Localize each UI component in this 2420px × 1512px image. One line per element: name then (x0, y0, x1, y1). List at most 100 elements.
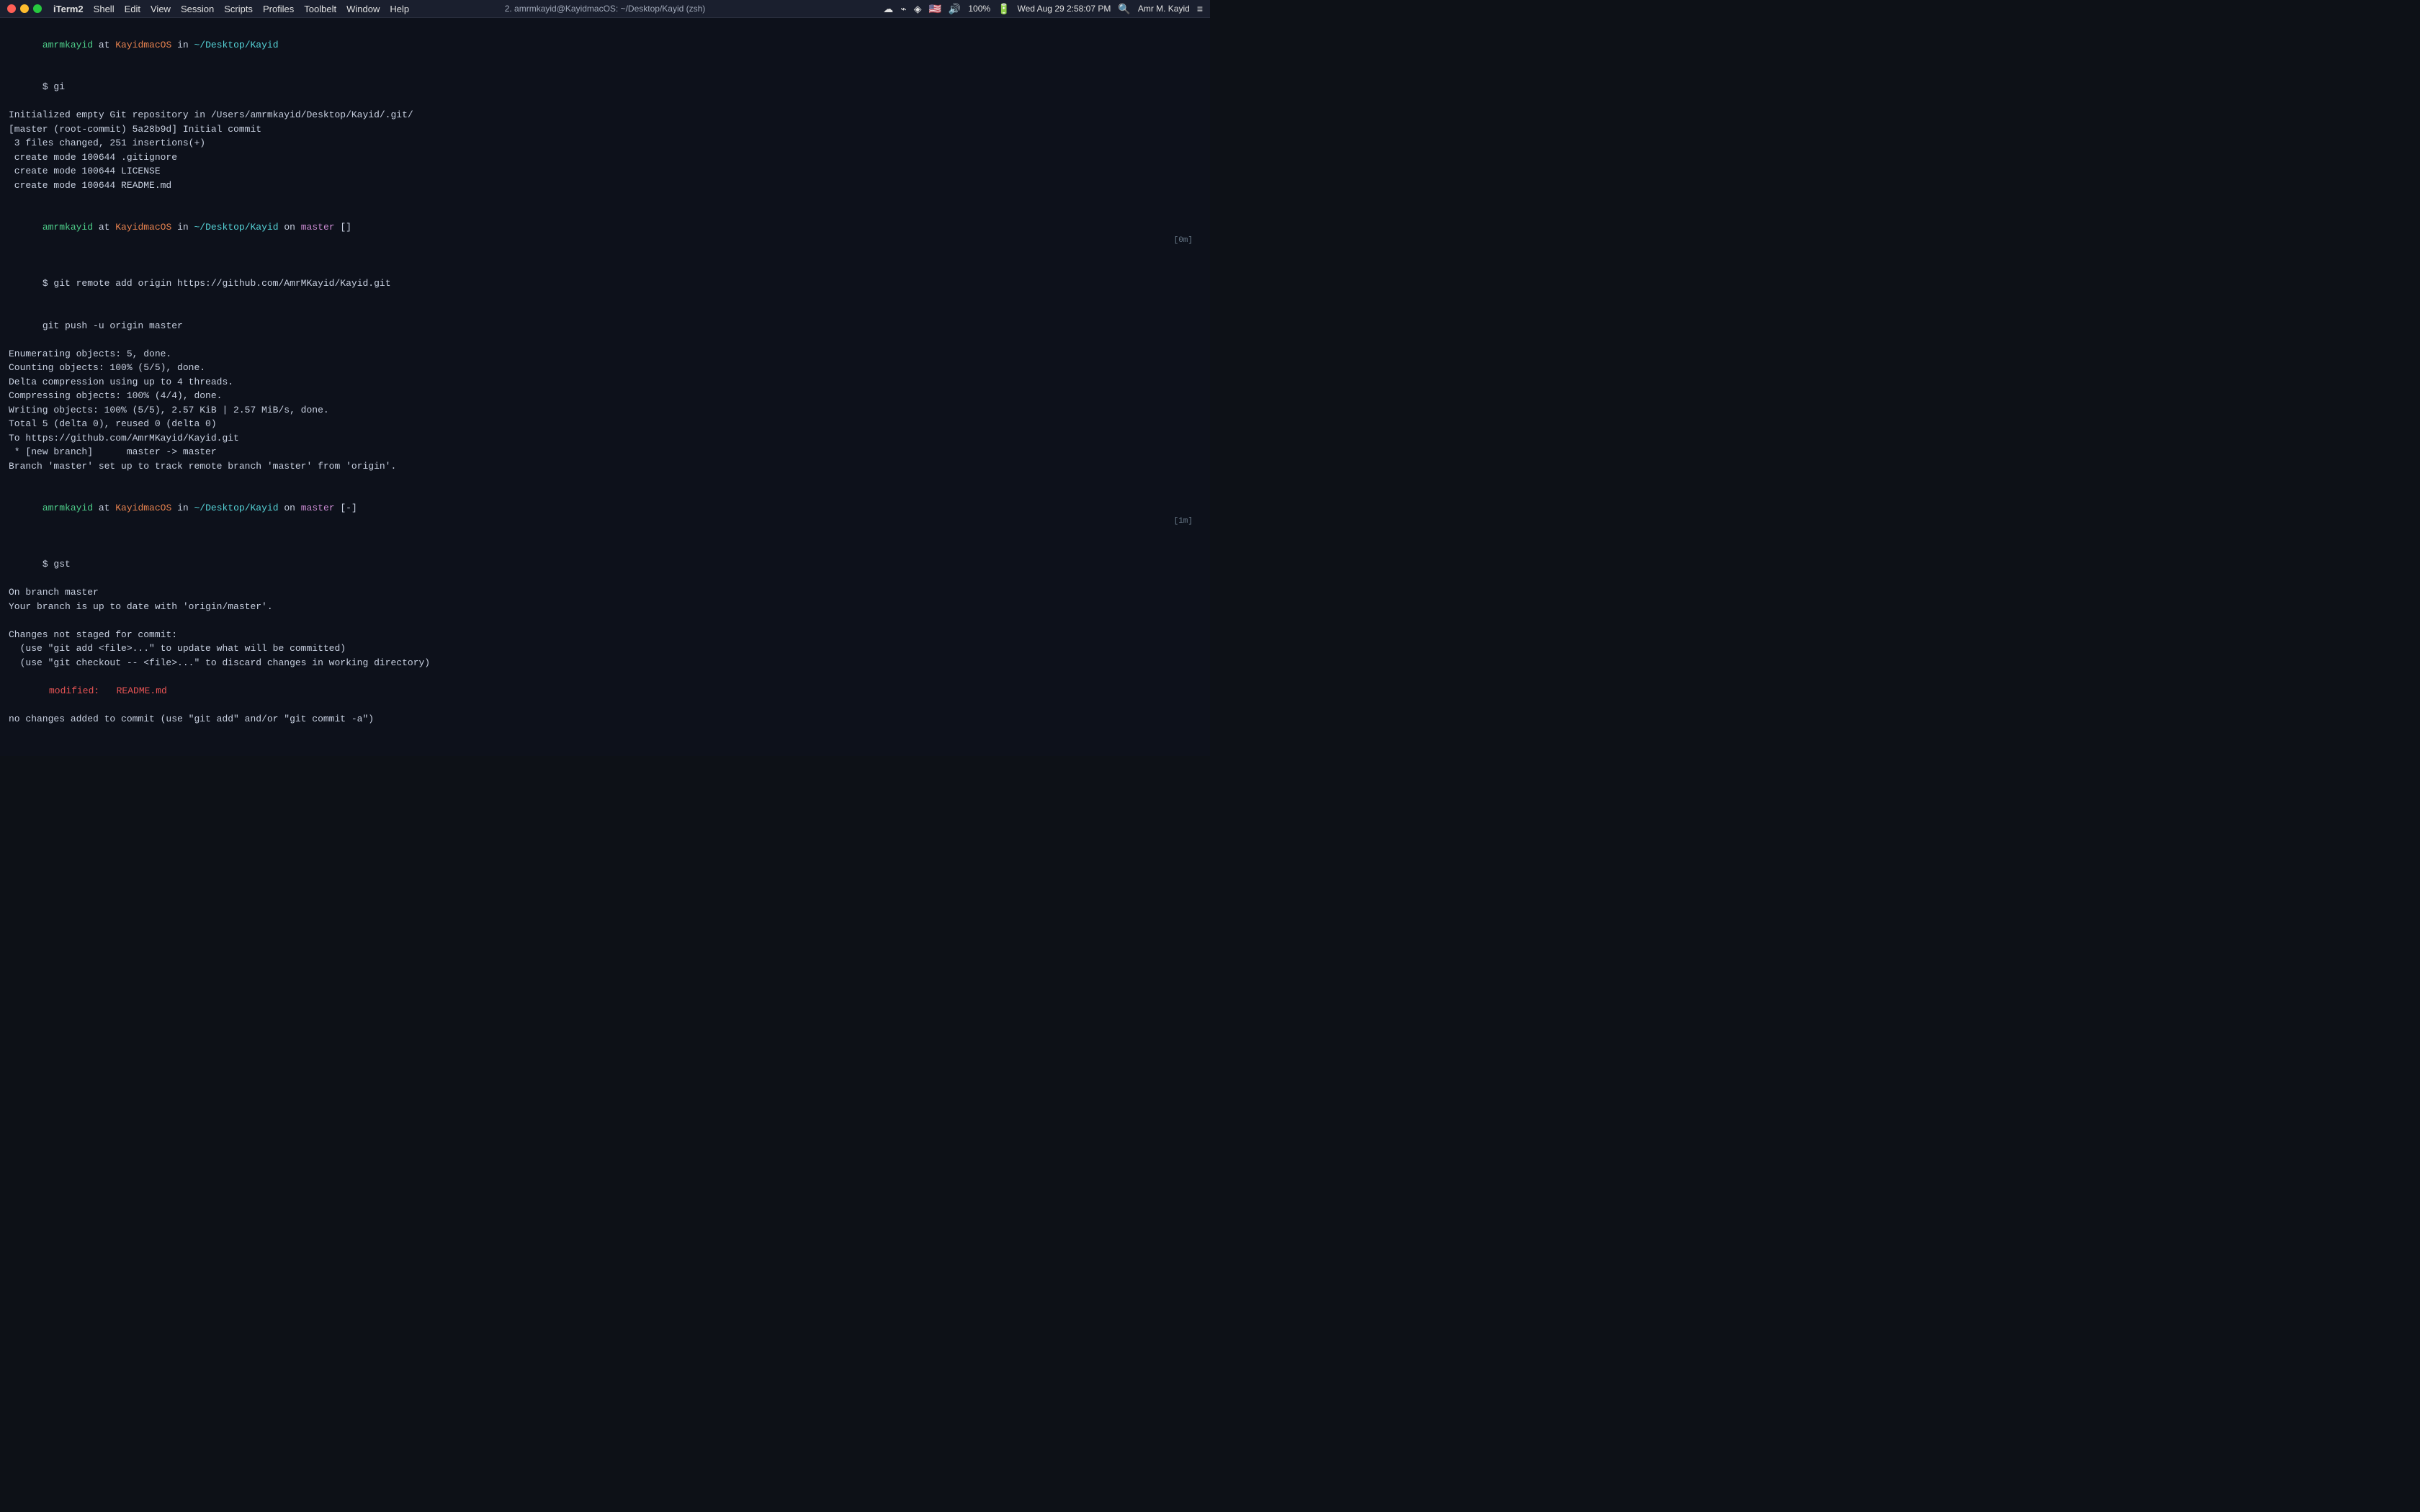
spacer-3b (9, 670, 1201, 684)
output-2-2: Counting objects: 100% (5/5), done. (9, 361, 1201, 375)
output-1-6: create mode 100644 README.md (9, 179, 1201, 193)
command-3: gst (53, 559, 70, 570)
output-2-5: Writing objects: 100% (5/5), 2.57 KiB | … (9, 403, 1201, 418)
prompt-line-4: amrmkayid at KayidmacOS in ~/Desktop/Kay… (9, 740, 1201, 757)
tab-title: 2. amrmkayid@KayidmacOS: ~/Desktop/Kayid… (505, 4, 706, 14)
output-3-1: On branch master (9, 585, 1201, 600)
command-line-2: $ git remote add origin https://github.c… (9, 263, 1201, 305)
flag-icon: 🇺🇸 (928, 3, 941, 15)
prompt-line-2: amrmkayid at KayidmacOS in ~/Desktop/Kay… (9, 207, 1201, 263)
menu-help[interactable]: Help (390, 4, 409, 14)
command-line-3: $ gst (9, 544, 1201, 586)
output-3-7: no changes added to commit (use "git add… (9, 712, 1201, 726)
output-1-1: Initialized empty Git repository in /Use… (9, 108, 1201, 122)
prompt-branch-3: master (301, 503, 335, 513)
terminal[interactable]: amrmkayid at KayidmacOS in ~/Desktop/Kay… (0, 18, 1210, 756)
titlebar: iTerm2 Shell Edit View Session Scripts P… (0, 0, 1210, 18)
output-2-1: Enumerating objects: 5, done. (9, 347, 1201, 361)
prompt-in-1: in (171, 40, 194, 50)
traffic-lights (7, 4, 42, 13)
prompt-line-1: amrmkayid at KayidmacOS in ~/Desktop/Kay… (9, 24, 1201, 66)
datetime: Wed Aug 29 2:58:07 PM (1018, 4, 1111, 14)
output-2-7: To https://github.com/AmrMKayid/Kayid.gi… (9, 431, 1201, 446)
prompt-host-2: KayidmacOS (115, 222, 171, 233)
command-1: gi (53, 81, 65, 92)
menu-window[interactable]: Window (346, 4, 380, 14)
battery-percent: 100% (968, 4, 990, 14)
menu-toolbelt[interactable]: Toolbelt (304, 4, 336, 14)
prompt-path-1: ~/Desktop/Kayid (194, 40, 278, 50)
prompt-at-1: at (93, 40, 115, 50)
prompt-at-4: at (93, 755, 115, 756)
close-button[interactable] (7, 4, 16, 13)
menu-bar: iTerm2 Shell Edit View Session Scripts P… (53, 4, 409, 14)
prompt-at-2: at (93, 222, 115, 233)
prompt-on-4: on (279, 755, 301, 756)
bluetooth-icon: ⌁ (900, 3, 906, 15)
output-3-4: (use "git add <file>..." to update what … (9, 642, 1201, 656)
prompt-status-2: [] (335, 222, 351, 233)
maximize-button[interactable] (33, 4, 42, 13)
prompt-path-3: ~/Desktop/Kayid (194, 503, 278, 513)
terminal-content: amrmkayid at KayidmacOS in ~/Desktop/Kay… (9, 24, 1201, 756)
output-2-8: * [new branch] master -> master (9, 445, 1201, 459)
output-3-3: Changes not staged for commit: (9, 628, 1201, 642)
prompt-user-2: amrmkayid (42, 222, 93, 233)
output-2-3: Delta compression using up to 4 threads. (9, 375, 1201, 390)
menu-session[interactable]: Session (181, 4, 214, 14)
prompt-in-2: in (171, 222, 194, 233)
output-3-2: Your branch is up to date with 'origin/m… (9, 600, 1201, 614)
menu-icon[interactable]: ≡ (1197, 3, 1203, 14)
prompt-on-2: on (279, 222, 301, 233)
prompt-path-2: ~/Desktop/Kayid (194, 222, 278, 233)
time-3: [1m] (1174, 516, 1193, 528)
time-2: [0m] (1174, 235, 1193, 247)
prompt-host-3: KayidmacOS (115, 503, 171, 513)
output-3-5: (use "git checkout -- <file>..." to disc… (9, 656, 1201, 670)
prompt-user-1: amrmkayid (42, 40, 93, 50)
menu-scripts[interactable]: Scripts (224, 4, 253, 14)
titlebar-left: iTerm2 Shell Edit View Session Scripts P… (7, 4, 409, 14)
wifi-icon: ◈ (914, 3, 922, 15)
command-line-1: $ gi (9, 66, 1201, 109)
output-2-4: Compressing objects: 100% (4/4), done. (9, 389, 1201, 403)
command-2: git remote add origin https://github.com… (53, 278, 390, 289)
prompt-user-4: amrmkayid (42, 755, 93, 756)
prompt-status-3: [-] (335, 503, 357, 513)
output-1-5: create mode 100644 LICENSE (9, 164, 1201, 179)
prompt-in-3: in (171, 503, 194, 513)
menu-edit[interactable]: Edit (125, 4, 140, 14)
username: Amr M. Kayid (1138, 4, 1190, 14)
prompt-branch-4: master (301, 755, 335, 756)
prompt-symbol-1: $ (42, 81, 54, 92)
spacer-2 (9, 473, 1201, 487)
prompt-line-3: amrmkayid at KayidmacOS in ~/Desktop/Kay… (9, 487, 1201, 544)
titlebar-right: ☁ ⌁ ◈ 🇺🇸 🔊 100% 🔋 Wed Aug 29 2:58:07 PM … (883, 3, 1203, 15)
search-icon[interactable]: 🔍 (1118, 3, 1130, 15)
spacer-3c (9, 698, 1201, 712)
menu-profiles[interactable]: Profiles (263, 4, 294, 14)
command-line-2b: git push -u origin master (9, 305, 1201, 347)
minimize-button[interactable] (20, 4, 29, 13)
prompt-at-3: at (93, 503, 115, 513)
prompt-branch-2: master (301, 222, 335, 233)
prompt-host-4: KayidmacOS (115, 755, 171, 756)
prompt-status-4: [*=] (335, 755, 363, 756)
battery-icon: 🔋 (998, 3, 1010, 15)
spacer-3a (9, 613, 1201, 628)
output-2-6: Total 5 (delta 0), reused 0 (delta 0) (9, 417, 1201, 431)
menu-shell[interactable]: Shell (94, 4, 115, 14)
prompt-in-4: in (171, 755, 194, 756)
menu-view[interactable]: View (151, 4, 171, 14)
output-1-3: 3 files changed, 251 insertions(+) (9, 136, 1201, 150)
prompt-host-1: KayidmacOS (115, 40, 171, 50)
output-3-6: modified: README.md (9, 684, 1201, 698)
output-1-2: [master (root-commit) 5a28b9d] Initial c… (9, 122, 1201, 137)
command-2b: git push -u origin master (42, 320, 183, 331)
menu-iterm2[interactable]: iTerm2 (53, 4, 84, 14)
prompt-on-3: on (279, 503, 301, 513)
prompt-path-4: ~/Desktop/Kayid (194, 755, 278, 756)
speaker-icon: 🔊 (949, 3, 961, 15)
prompt-user-3: amrmkayid (42, 503, 93, 513)
cloud-icon: ☁ (883, 3, 893, 15)
